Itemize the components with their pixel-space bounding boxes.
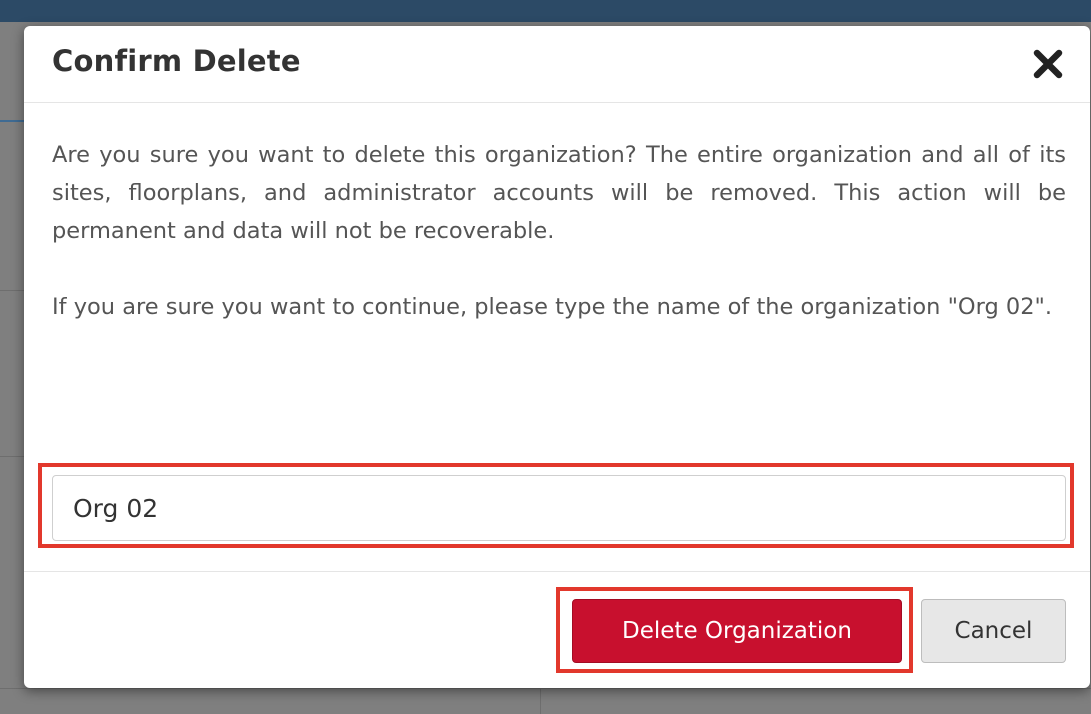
background-divider [540,688,541,714]
dialog-header: Confirm Delete [24,26,1090,103]
close-button[interactable] [1028,44,1068,84]
warning-message: Are you sure you want to delete this org… [52,142,1066,244]
close-icon [1033,49,1063,79]
dialog-body: Are you sure you want to delete this org… [52,136,1066,326]
confirmation-instruction: If you are sure you want to continue, pl… [52,294,1053,320]
background-divider [0,290,24,291]
organization-name-input[interactable] [52,475,1066,541]
background-divider [0,120,24,122]
dialog-title: Confirm Delete [52,44,301,78]
background-header-bar [0,0,1091,22]
background-divider [0,456,24,457]
cancel-button[interactable]: Cancel [921,599,1066,663]
delete-organization-button[interactable]: Delete Organization [572,599,902,663]
